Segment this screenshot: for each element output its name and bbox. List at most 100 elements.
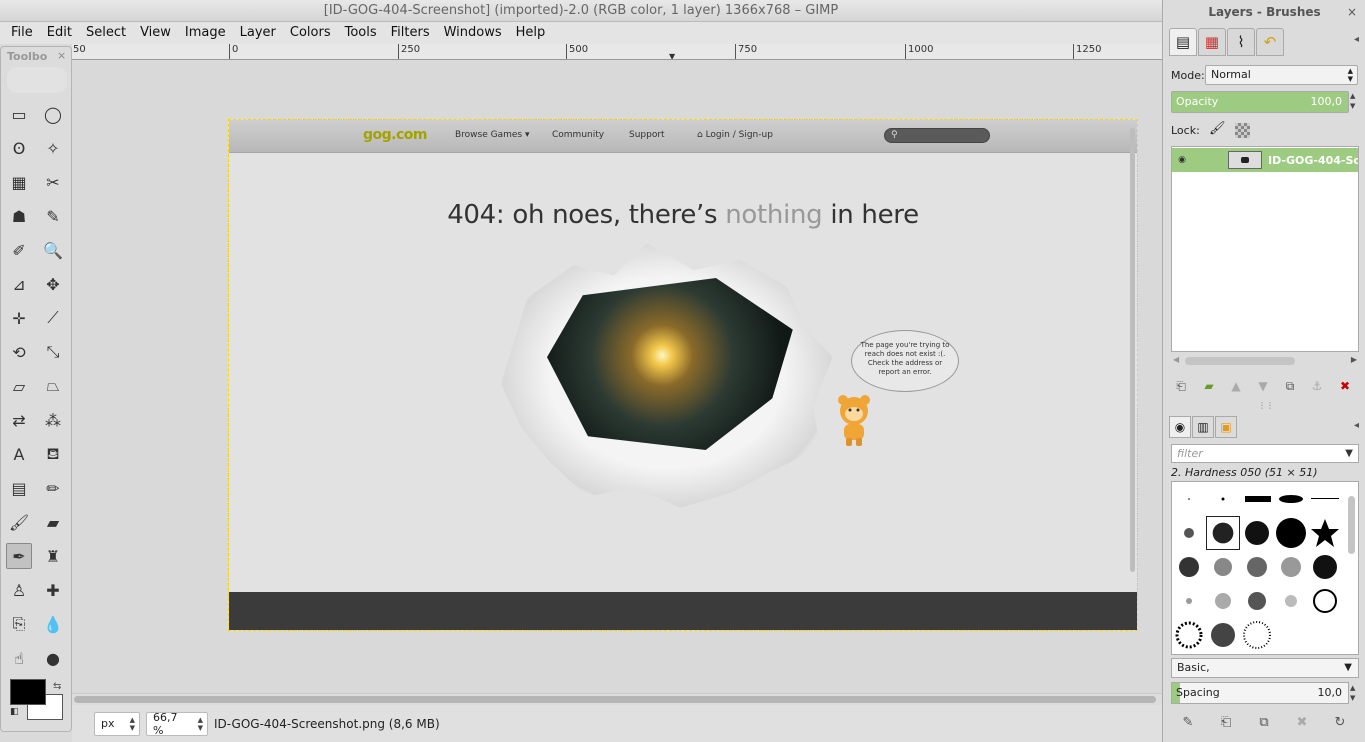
menu-colors[interactable]: Colors <box>283 22 338 44</box>
spacing-slider[interactable]: Spacing 10,0 <box>1171 682 1349 704</box>
bucket-fill-icon[interactable]: ⛾ <box>40 441 66 467</box>
layer-list-scrollbar[interactable]: ◀ ▶ <box>1171 355 1359 367</box>
brush-item[interactable] <box>1172 618 1206 652</box>
scroll-right-icon[interactable]: ▶ <box>1351 355 1357 364</box>
brush-item[interactable] <box>1308 550 1342 584</box>
brush-item[interactable] <box>1172 482 1206 516</box>
blend-icon[interactable]: ▤ <box>6 475 32 501</box>
brush-item[interactable] <box>1172 550 1206 584</box>
menu-file[interactable]: File <box>4 22 40 44</box>
crop-icon[interactable]: ⟋ <box>40 305 66 331</box>
scrollbar-thumb[interactable] <box>1348 496 1355 554</box>
clone-icon[interactable]: ♙ <box>6 577 32 603</box>
swap-colors-icon[interactable]: ⇆ <box>53 681 61 692</box>
brush-item[interactable] <box>1206 618 1240 652</box>
tab-brushes[interactable]: ◉ <box>1169 416 1191 438</box>
duplicate-brush-icon[interactable]: ⧉ <box>1253 712 1275 732</box>
unit-selector[interactable]: px ▲ ▼ <box>94 711 140 736</box>
scrollbar-thumb[interactable] <box>1185 357 1295 365</box>
lock-pixels-icon[interactable]: 🖌 <box>1209 121 1226 136</box>
delete-layer-icon[interactable]: ✖ <box>1335 377 1355 395</box>
fuzzy-select-icon[interactable]: ✧ <box>40 135 66 161</box>
brush-item[interactable] <box>1172 516 1206 550</box>
lower-layer-icon[interactable]: ▼ <box>1253 377 1273 395</box>
visibility-eye-icon[interactable]: ◉ <box>1172 155 1192 165</box>
brush-item[interactable] <box>1206 584 1240 618</box>
scale-icon[interactable]: ⤡ <box>40 339 66 365</box>
eraser-icon[interactable]: ▰ <box>40 509 66 535</box>
ellipse-select-icon[interactable]: ◯ <box>40 101 66 127</box>
pencil-icon[interactable]: ✏ <box>40 475 66 501</box>
tab-menu-icon[interactable]: ◂ <box>1354 34 1359 45</box>
brush-preset-dropdown[interactable]: Basic, ▼ <box>1171 658 1359 678</box>
cage-icon[interactable]: ⁂ <box>40 407 66 433</box>
flip-icon[interactable]: ⇄ <box>6 407 32 433</box>
duplicate-layer-icon[interactable]: ⧉ <box>1280 377 1300 395</box>
move-icon[interactable]: ✥ <box>40 271 66 297</box>
brush-item[interactable] <box>1240 618 1274 652</box>
menu-image[interactable]: Image <box>178 22 233 44</box>
brush-item[interactable] <box>1240 550 1274 584</box>
rotate-icon[interactable]: ⟲ <box>6 339 32 365</box>
raise-layer-icon[interactable]: ▲ <box>1226 377 1246 395</box>
scrollbar-thumb[interactable] <box>74 696 1156 703</box>
lock-alpha-icon[interactable] <box>1235 123 1250 138</box>
select-by-color-icon[interactable]: ▦ <box>6 169 32 195</box>
zoom-selector[interactable]: 66,7 % ▲ ▼ <box>146 711 208 737</box>
ink-icon[interactable]: ♜ <box>40 543 66 569</box>
canvas-area[interactable]: gog.com Browse Games ▾ Community Support… <box>72 60 1162 693</box>
close-icon[interactable]: × <box>1347 5 1357 19</box>
brush-item[interactable] <box>1206 516 1240 550</box>
brush-item[interactable] <box>1240 584 1274 618</box>
tab-channels[interactable]: ▦ <box>1198 28 1226 56</box>
brush-item[interactable] <box>1308 584 1342 618</box>
brush-item[interactable] <box>1206 482 1240 516</box>
brush-item[interactable] <box>1172 584 1206 618</box>
pane-grip-icon[interactable]: ⋮⋮ <box>1258 401 1274 410</box>
scroll-left-icon[interactable]: ◀ <box>1173 355 1179 364</box>
menu-view[interactable]: View <box>133 22 178 44</box>
text-icon[interactable]: A <box>6 441 32 467</box>
tab-patterns[interactable]: ▣ <box>1215 416 1237 438</box>
zoom-icon[interactable]: 🔍 <box>40 237 66 263</box>
image-content[interactable]: gog.com Browse Games ▾ Community Support… <box>228 119 1138 631</box>
menu-layer[interactable]: Layer <box>233 22 283 44</box>
perspective-clone-icon[interactable]: ⎘ <box>6 611 32 637</box>
paintbrush-icon[interactable]: 🖌 <box>6 509 32 535</box>
tab-undo[interactable]: ↶ <box>1256 28 1284 56</box>
airbrush-icon[interactable]: ✒ <box>6 543 32 569</box>
menu-help[interactable]: Help <box>509 22 553 44</box>
smudge-icon[interactable]: ☝ <box>6 645 32 671</box>
edit-brush-icon[interactable]: ✎ <box>1177 712 1199 732</box>
tab-menu-icon[interactable]: ◂ <box>1354 420 1359 431</box>
opacity-slider[interactable]: Opacity 100,0 <box>1171 91 1349 113</box>
menu-windows[interactable]: Windows <box>437 22 509 44</box>
brush-item[interactable] <box>1240 516 1274 550</box>
brush-item[interactable] <box>1274 550 1308 584</box>
anchor-layer-icon[interactable]: ⚓ <box>1307 377 1327 395</box>
new-layer-group-icon[interactable]: ▰ <box>1199 377 1219 395</box>
tab-layers[interactable]: ▤ <box>1169 28 1197 56</box>
horizontal-ruler[interactable]: -250 0 250 500 750 1000 1250 ▼ <box>72 44 1162 60</box>
foreground-select-icon[interactable]: ☗ <box>6 203 32 229</box>
brush-item[interactable] <box>1274 584 1308 618</box>
shear-icon[interactable]: ▱ <box>6 373 32 399</box>
new-layer-icon[interactable]: ⎗ <box>1171 377 1191 395</box>
menu-edit[interactable]: Edit <box>40 22 79 44</box>
brush-grid-scrollbar[interactable] <box>1346 484 1356 652</box>
perspective-icon[interactable]: ⏢ <box>40 373 66 399</box>
close-icon[interactable]: × <box>57 49 66 62</box>
scissors-icon[interactable]: ✂ <box>40 169 66 195</box>
brush-item[interactable] <box>1274 516 1308 550</box>
blur-icon[interactable]: 💧 <box>40 611 66 637</box>
tab-gradients[interactable]: ▥ <box>1192 416 1214 438</box>
menu-select[interactable]: Select <box>79 22 133 44</box>
delete-brush-icon[interactable]: ✖ <box>1291 712 1313 732</box>
spacing-spinner-icon[interactable]: ▲ ▼ <box>1350 683 1360 703</box>
layer-list[interactable]: ◉ ID-GOG-404-Screenshot.png <box>1171 146 1359 352</box>
horizontal-scrollbar[interactable] <box>72 693 1162 705</box>
opacity-spinner-icon[interactable]: ▲ ▼ <box>1350 91 1360 113</box>
brush-item[interactable] <box>1206 550 1240 584</box>
layer-name[interactable]: ID-GOG-404-Screenshot.png <box>1268 154 1358 167</box>
reset-colors-icon[interactable]: ◧ <box>10 707 19 717</box>
